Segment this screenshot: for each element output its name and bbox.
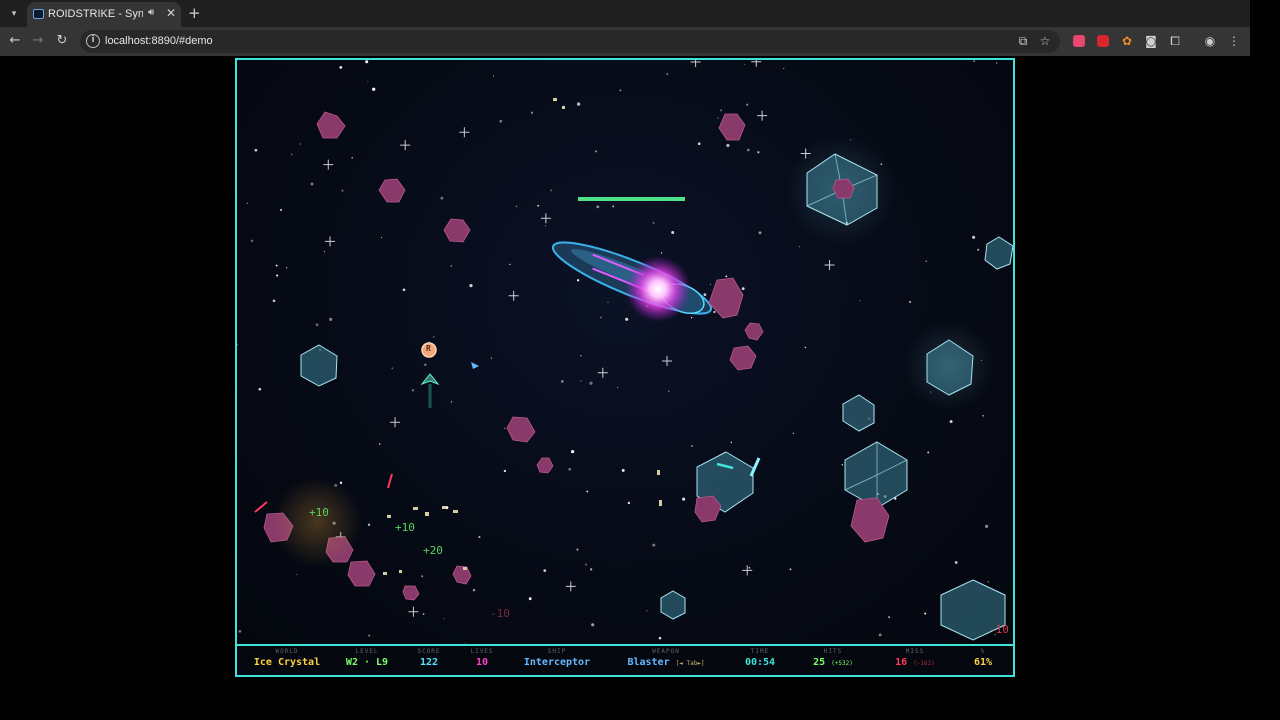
game-hud: WORLD Ice Crystal LEVEL W2 · L9 SCORE 12… [237,644,1013,675]
hud-ship-value: Interceptor [523,657,591,668]
browser-tab-strip: ▾ ROIDSTRIKE - Synthw 🔊︎ ✕ + [0,0,1250,27]
hud-ship: SHIP Interceptor [517,648,597,668]
hud-accuracy: % 61% [961,648,1005,668]
enemy-drone [471,362,479,369]
red-laser [387,473,393,489]
hud-miss-value: 16 [895,657,908,668]
back-arrow-icon[interactable]: ← [6,32,24,50]
player-ship [420,373,440,408]
browser-toolbar: ← → ↻ i localhost:8890/#demo ⧉ ☆ ✿ ◙ ⧠ ◉… [0,27,1250,56]
browser-menu-icon[interactable]: ⋮ [1227,34,1241,48]
penalty-popup: -10 [490,607,510,620]
hud-accuracy-label: % [980,648,986,655]
hud-lives: LIVES 10 [461,648,503,668]
tab-favicon-icon [33,9,44,19]
penalty-popup: -10 [989,623,1009,636]
speaker-icon[interactable]: 🔊︎ [148,7,154,18]
tab-search-icon[interactable]: ▾ [6,6,22,22]
hud-hits: HITS 25 (+532) [799,648,867,668]
ice-crystals [300,135,1013,641]
red-laser [254,501,268,513]
hud-ship-label: SHIP [547,648,567,655]
install-app-icon[interactable]: ⧉ [1016,34,1030,48]
powerup-label: R [426,344,431,353]
hud-miss: MISS 16 (-162) [881,648,949,668]
debris-fragments [383,98,662,575]
hud-level-label: LEVEL [355,648,379,655]
game-scene [254,98,1013,641]
hud-accuracy-value: 61% [973,657,993,668]
browser-tab[interactable]: ROIDSTRIKE - Synthw 🔊︎ ✕ [27,2,181,27]
hud-weapon[interactable]: WEAPON Blaster [◄ Tab►] [611,648,721,668]
hud-world-value: Ice Crystal [253,657,321,668]
boss-health-bar [578,197,685,201]
hud-hits-points: (+532) [831,660,853,667]
hud-level: LEVEL W2 · L9 [337,648,397,668]
explosion-cloud [272,477,362,567]
hud-time-value: 00:54 [744,657,776,668]
score-popup: +10 [309,506,329,519]
hud-weapon-value: Blaster [627,657,670,668]
game-frame: R +10 +10 +20 -10 -10 WORLD Ice Crystal … [235,58,1015,677]
reload-icon[interactable]: ↻ [53,32,71,50]
extension-icon-3[interactable]: ✿ [1120,34,1134,48]
address-bar[interactable]: i localhost:8890/#demo ⧉ ☆ [80,30,1060,53]
forward-arrow-icon[interactable]: → [29,32,47,50]
hud-world: WORLD Ice Crystal [243,648,331,668]
url-text[interactable]: localhost:8890/#demo [105,35,213,47]
hud-time: TIME 00:54 [733,648,787,668]
plasma-orb [625,256,691,322]
hud-time-label: TIME [750,648,770,655]
bookmark-star-icon[interactable]: ☆ [1038,34,1052,48]
new-tab-button[interactable]: + [188,4,201,22]
hud-lives-label: LIVES [470,648,494,655]
tab-title: ROIDSTRIKE - Synthw [48,8,143,20]
game-playfield[interactable]: R +10 +10 +20 -10 -10 [237,60,1013,644]
hud-weapon-label: WEAPON [652,648,680,655]
extensions-puzzle-icon[interactable]: ⧠ [1168,34,1182,48]
hud-score-value: 122 [419,657,439,668]
hud-lives-value: 10 [475,657,489,668]
extension-icon-2[interactable] [1097,35,1109,47]
hud-miss-points: (-162) [913,660,935,667]
site-info-icon[interactable]: i [86,34,100,48]
extension-icon-1[interactable] [1073,35,1085,47]
close-tab-icon[interactable]: ✕ [166,6,176,20]
hud-score-label: SCORE [417,648,441,655]
camera-extension-icon[interactable]: ◙ [1144,34,1158,48]
hud-level-value: W2 · L9 [345,657,389,668]
weapon-switch-hint: [◄ Tab►] [675,660,705,667]
hud-score: SCORE 122 [407,648,451,668]
profile-icon[interactable]: ◉ [1203,34,1217,48]
hud-hits-label: HITS [823,648,843,655]
hud-world-label: WORLD [275,648,299,655]
score-popup: +20 [423,544,443,557]
hud-miss-label: MISS [905,648,925,655]
score-popup: +10 [395,521,415,534]
hud-hits-value: 25 [813,657,826,668]
